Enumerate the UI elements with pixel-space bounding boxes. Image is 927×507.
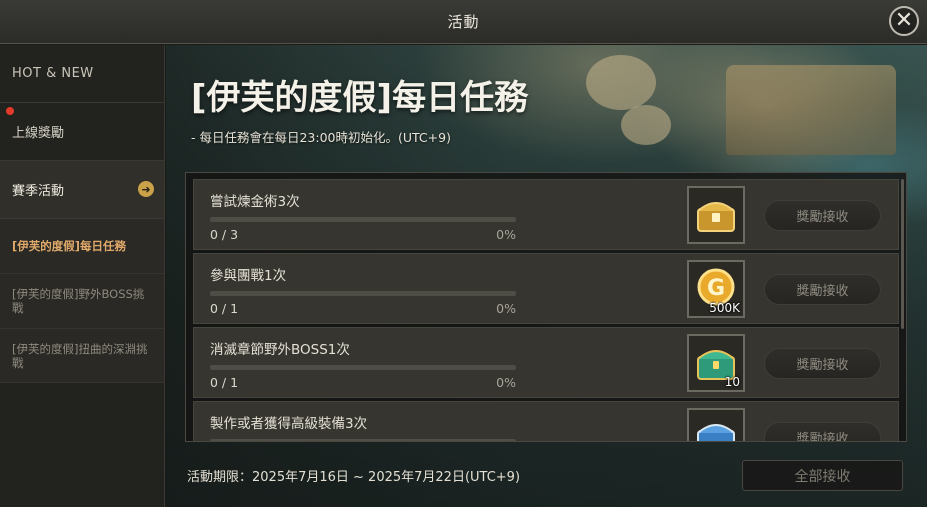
sidebar-subitem-daily-task[interactable]: [伊芙的度假]每日任務 [0, 219, 164, 274]
sidebar-item-login-reward[interactable]: 上線獎勵 [0, 103, 164, 161]
reset-notice: - 每日任務會在每日23:00時初始化。(UTC+9) [191, 130, 451, 145]
task-row: 消滅章節野外BOSS1次 0 / 1 0% 10 獎勵接收 [193, 327, 899, 398]
claim-reward-button[interactable]: 獎勵接收 [764, 422, 881, 441]
reward-slot[interactable]: 10 [687, 334, 745, 392]
progress-percent: 0% [496, 301, 516, 316]
beach-hut-decoration [726, 65, 896, 155]
task-name: 消滅章節野外BOSS1次 [210, 342, 350, 358]
umbrella-decoration [621, 105, 671, 145]
umbrella-decoration [586, 55, 656, 110]
season-event-submenu: [伊芙的度假]每日任務 [伊芙的度假]野外BOSS挑戰 [伊芙的度假]扭曲的深淵… [0, 219, 164, 383]
close-icon: ✕ [894, 8, 914, 33]
sidebar-item-label: HOT & NEW [12, 66, 94, 81]
sidebar-subitem-abyss[interactable]: [伊芙的度假]扭曲的深淵挑戰 [0, 329, 164, 383]
blue-chest-icon [697, 424, 735, 441]
task-name: 嘗試煉金術3次 [210, 194, 300, 210]
reward-slot[interactable] [687, 408, 745, 441]
sidebar-subitem-label: [伊芙的度假]野外BOSS挑戰 [12, 287, 145, 315]
title-bar: 活動 ✕ [0, 0, 927, 44]
claim-all-button[interactable]: 全部接收 [742, 460, 903, 491]
event-period: 活動期限：2025年7月16日 ~ 2025年7月22日(UTC+9) [187, 470, 521, 485]
progress-count: 0 / 1 [210, 375, 239, 390]
page-title: [伊芙的度假]每日任務 [191, 78, 529, 118]
progress-bar [210, 291, 516, 296]
task-name: 製作或者獲得高級裝備3次 [210, 416, 368, 432]
task-row: 嘗試煉金術3次 0 / 3 0% 獎勵接收 [193, 179, 899, 250]
golden-chest-icon [697, 202, 735, 232]
window-title: 活動 [447, 13, 480, 31]
svg-text:G: G [707, 276, 725, 301]
reward-slot[interactable] [687, 186, 745, 244]
sidebar-item-season-event[interactable]: 賽季活動 ➜ [0, 161, 164, 219]
progress-bar [210, 217, 516, 222]
sidebar-item-hot-new[interactable]: HOT & NEW [0, 45, 164, 103]
sidebar-subitem-field-boss[interactable]: [伊芙的度假]野外BOSS挑戰 [0, 274, 164, 329]
task-row: 製作或者獲得高級裝備3次 獎勵接收 [193, 401, 899, 441]
sidebar: HOT & NEW 上線獎勵 賽季活動 ➜ [伊芙的度假]每日任務 [伊芙的度假… [0, 45, 165, 507]
task-list-scrollbar[interactable] [901, 179, 904, 329]
progress-count: 0 / 1 [210, 301, 239, 316]
progress-bar [210, 439, 516, 441]
reward-quantity: 500K [709, 301, 740, 315]
progress-percent: 0% [496, 227, 516, 242]
sidebar-subitem-label: [伊芙的度假]扭曲的深淵挑戰 [12, 341, 148, 370]
sidebar-item-label: 賽季活動 [12, 184, 65, 199]
close-button[interactable]: ✕ [889, 6, 919, 36]
main-panel: [伊芙的度假]每日任務 - 每日任務會在每日23:00時初始化。(UTC+9) … [166, 45, 927, 507]
alert-dot [6, 107, 14, 115]
claim-reward-button[interactable]: 獎勵接收 [764, 348, 881, 379]
task-list: 嘗試煉金術3次 0 / 3 0% 獎勵接收 參與團戰1次 0 / 1 0% G … [185, 172, 907, 442]
progress-percent: 0% [496, 375, 516, 390]
chevron-down-icon: ➜ [138, 181, 154, 197]
reward-slot[interactable]: G 500K [687, 260, 745, 318]
sidebar-subitem-label: [伊芙的度假]每日任務 [12, 239, 127, 253]
task-row: 參與團戰1次 0 / 1 0% G 500K 獎勵接收 [193, 253, 899, 324]
claim-reward-button[interactable]: 獎勵接收 [764, 200, 881, 231]
task-name: 參與團戰1次 [210, 268, 287, 284]
reward-quantity: 10 [724, 375, 740, 389]
progress-count: 0 / 3 [210, 227, 239, 242]
progress-bar [210, 365, 516, 370]
claim-reward-button[interactable]: 獎勵接收 [764, 274, 881, 305]
sidebar-item-label: 上線獎勵 [12, 126, 65, 141]
